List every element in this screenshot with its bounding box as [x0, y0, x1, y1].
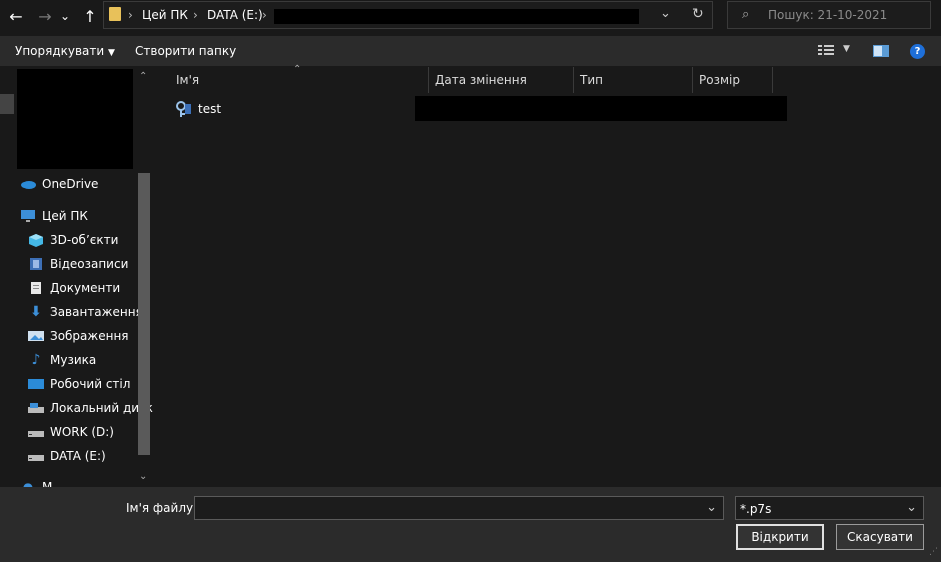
sidebar-item-label: DATA (E:) — [50, 449, 106, 463]
organize-label: Упорядкувати — [15, 44, 105, 58]
sidebar-item-label: Завантаження — [50, 305, 143, 319]
sidebar-item-label: Робочий стіл — [50, 377, 131, 391]
certificate-key-icon — [174, 100, 192, 118]
scroll-down-icon[interactable]: ⌄ — [139, 471, 147, 482]
filename-label: Ім'я файлу: — [126, 501, 198, 515]
sidebar-item-network[interactable]: ● М — [20, 477, 53, 487]
cube-icon — [28, 233, 44, 247]
desktop-icon — [28, 377, 44, 391]
breadcrumb-data-drive[interactable]: DATA (E:) — [207, 8, 263, 22]
chevron-down-icon[interactable]: ⌄ — [706, 500, 717, 515]
file-type-select[interactable]: *.p7s ⌄ — [735, 496, 924, 520]
sidebar-item-label: Документи — [50, 281, 121, 295]
cancel-button[interactable]: Скасувати — [836, 524, 924, 550]
column-name-label: Ім'я — [176, 73, 200, 87]
command-toolbar: Упорядкувати ▼ Створити папку ▼ ? — [0, 36, 941, 66]
sidebar-item-videos[interactable]: Відеозаписи — [28, 254, 128, 274]
list-view-icon — [818, 45, 834, 55]
column-header-size[interactable]: Розмір — [693, 67, 773, 93]
forward-button[interactable]: → — [34, 5, 56, 27]
up-arrow-icon: ↑ — [83, 6, 97, 26]
sidebar-item-label: Цей ПК — [42, 209, 88, 223]
filename-input[interactable]: ⌄ — [194, 496, 724, 520]
sidebar-item-label: Відеозаписи — [50, 257, 129, 271]
back-button[interactable]: ← — [5, 5, 27, 27]
sidebar-item-label: WORK (D:) — [50, 425, 114, 439]
video-icon — [28, 257, 44, 271]
file-dialog-footer: Ім'я файлу: ⌄ *.p7s ⌄ Відкрити Скасувати… — [0, 487, 941, 562]
redacted-breadcrumb — [274, 9, 639, 24]
title-address-bar: ← → ⌄ ↑ › Цей ПК › DATA (E:) › ⌄ ↻ ⌕ Пош… — [0, 0, 941, 34]
sidebar-item-music[interactable]: ♪ Музика — [28, 350, 97, 370]
sidebar-item-label: OneDrive — [42, 177, 99, 191]
redacted-quick-access — [17, 69, 133, 169]
selection-marker — [0, 94, 14, 114]
breadcrumb-separator: › — [193, 8, 198, 22]
scroll-up-icon[interactable]: ⌃ — [139, 71, 147, 82]
sidebar-item-downloads[interactable]: ⬇ Завантаження — [28, 302, 143, 322]
sidebar-scrollbar[interactable]: ⌃ ⌄ — [137, 69, 151, 485]
search-box[interactable]: ⌕ Пошук: 21-10-2021 — [727, 1, 931, 29]
view-options-button[interactable] — [818, 44, 836, 56]
breadcrumb-separator: › — [128, 8, 133, 22]
document-icon — [28, 281, 44, 295]
cloud-icon — [20, 177, 36, 191]
scrollbar-thumb[interactable] — [138, 173, 150, 455]
new-folder-button[interactable]: Створити папку — [135, 44, 236, 58]
redacted-file-details — [415, 96, 787, 121]
resize-grip-icon[interactable]: ⋰ — [929, 547, 938, 557]
address-bar[interactable]: › Цей ПК › DATA (E:) › ⌄ ↻ — [103, 1, 713, 29]
refresh-icon[interactable]: ↻ — [692, 6, 704, 22]
sidebar-item-3d[interactable]: 3D-об’єкти — [28, 230, 118, 250]
sidebar-item-local-disk[interactable]: Локальний диск — [28, 398, 153, 418]
organize-button[interactable]: Упорядкувати ▼ — [15, 44, 115, 58]
drive-icon — [28, 449, 44, 463]
address-dropdown-icon[interactable]: ⌄ — [660, 6, 671, 21]
forward-arrow-icon: → — [38, 6, 52, 26]
back-arrow-icon: ← — [9, 6, 23, 26]
network-icon: ● — [22, 480, 34, 487]
preview-pane-icon[interactable] — [873, 45, 889, 57]
sidebar-item-label: Зображення — [50, 329, 129, 343]
sidebar-item-pictures[interactable]: Зображення — [28, 326, 129, 346]
sidebar-item-label: 3D-об’єкти — [50, 233, 119, 247]
sidebar-item-data-drive[interactable]: DATA (E:) — [28, 446, 106, 466]
navigation-pane: OneDrive Цей ПК 3D-об’єкти Відеозаписи Д… — [0, 67, 155, 487]
up-button[interactable]: ↑ — [79, 5, 101, 27]
chevron-down-icon[interactable]: ▼ — [843, 44, 850, 54]
computer-icon — [20, 209, 36, 223]
chevron-down-icon: ▼ — [108, 48, 115, 58]
sidebar-item-label: Музика — [50, 353, 97, 367]
chevron-down-icon: ⌄ — [59, 9, 71, 23]
open-button[interactable]: Відкрити — [736, 524, 824, 550]
column-date-label: Дата змінення — [435, 73, 527, 87]
chevron-down-icon: ⌄ — [906, 500, 917, 515]
column-header-date[interactable]: Дата змінення — [429, 67, 574, 93]
file-list-pane: ⌃ Ім'я Дата змінення Тип Розмір test — [156, 64, 941, 487]
column-header-name[interactable]: Ім'я — [170, 67, 429, 93]
help-icon[interactable]: ? — [910, 44, 925, 59]
sidebar-item-desktop[interactable]: Робочий стіл — [28, 374, 130, 394]
file-type-value: *.p7s — [740, 502, 772, 516]
download-icon: ⬇ — [30, 304, 42, 320]
image-icon — [28, 329, 44, 343]
sidebar-item-this-pc[interactable]: Цей ПК — [20, 206, 88, 226]
breadcrumb-separator: › — [262, 8, 267, 22]
breadcrumb-this-pc[interactable]: Цей ПК — [142, 8, 188, 22]
file-name: test — [198, 102, 222, 116]
drive-icon — [28, 425, 44, 439]
music-icon: ♪ — [31, 352, 41, 368]
sidebar-item-documents[interactable]: Документи — [28, 278, 120, 298]
sidebar-item-onedrive[interactable]: OneDrive — [20, 174, 98, 194]
recent-locations-button[interactable]: ⌄ — [58, 5, 72, 27]
folder-icon — [109, 7, 121, 21]
search-icon: ⌕ — [742, 7, 750, 22]
search-placeholder: Пошук: 21-10-2021 — [768, 8, 888, 22]
drive-icon — [28, 401, 44, 415]
column-size-label: Розмір — [699, 73, 740, 87]
sidebar-item-work-drive[interactable]: WORK (D:) — [28, 422, 114, 442]
sidebar-item-label: М — [42, 480, 53, 487]
column-header-type[interactable]: Тип — [574, 67, 693, 93]
column-type-label: Тип — [580, 73, 603, 87]
